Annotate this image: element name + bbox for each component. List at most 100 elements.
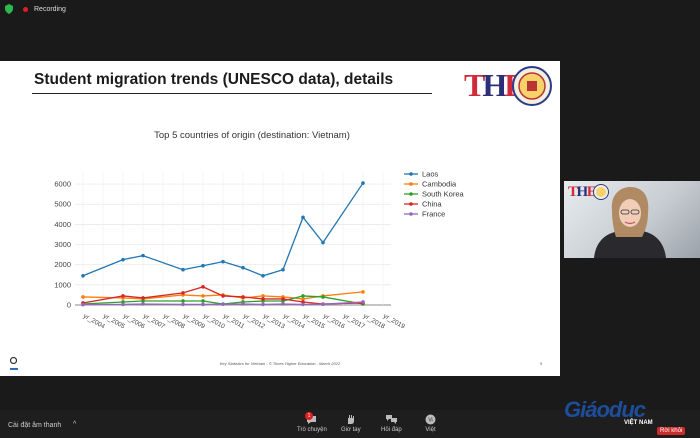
- chat-button[interactable]: 1 Trò chuyện: [297, 412, 327, 433]
- data-point: [301, 294, 305, 298]
- data-point: [81, 273, 85, 278]
- qa-icon: [385, 415, 397, 424]
- data-point: [121, 257, 125, 262]
- x-tick-label: yr_2014: [282, 313, 306, 331]
- recording-dot-icon: [23, 6, 28, 12]
- chevron-up-icon[interactable]: ^: [73, 421, 76, 428]
- qa-label: Hỏi đáp: [381, 427, 402, 433]
- x-tick-label: yr_2017: [342, 313, 366, 331]
- language-icon: Vi: [425, 414, 436, 425]
- data-point: [361, 300, 365, 304]
- legend-marker: [409, 182, 413, 186]
- data-point: [181, 302, 185, 307]
- x-tick-label: yr_2011: [222, 313, 246, 331]
- data-point: [281, 267, 285, 272]
- line-chart: Top 5 countries of origin (destination: …: [54, 130, 465, 331]
- y-tick-label: 5000: [54, 200, 71, 209]
- data-point: [201, 302, 205, 307]
- data-point: [281, 297, 285, 301]
- legend-label: France: [422, 210, 445, 219]
- data-point: [261, 273, 265, 278]
- watermark-sub: VIỆT NAM: [624, 420, 653, 426]
- hand-icon: [348, 415, 355, 424]
- audio-settings-button[interactable]: Cài đặt âm thanh: [8, 422, 61, 429]
- data-point: [201, 294, 205, 298]
- legend-label: Laos: [422, 170, 439, 179]
- y-tick-label: 4000: [54, 220, 71, 229]
- x-tick-label: yr_2013: [262, 313, 286, 331]
- slide-accent-bar: [10, 368, 18, 370]
- y-tick-label: 1000: [54, 280, 71, 289]
- data-point: [221, 302, 225, 306]
- data-point: [81, 295, 85, 299]
- data-point: [241, 302, 245, 306]
- data-point: [181, 299, 185, 303]
- legend-marker: [409, 172, 413, 176]
- data-point: [201, 299, 205, 303]
- top-status-bar: Recording: [0, 0, 700, 18]
- legend-label: China: [422, 200, 442, 209]
- y-tick-label: 6000: [54, 180, 71, 189]
- data-point: [361, 181, 365, 185]
- presenter-figure: [594, 187, 666, 258]
- data-point: [141, 253, 145, 258]
- y-tick-label: 0: [67, 301, 71, 310]
- x-tick-label: yr_2004: [82, 313, 106, 331]
- watermark-logo: Giáoduc VIỆT NAM: [552, 394, 692, 430]
- data-point: [241, 295, 245, 299]
- data-point: [321, 240, 325, 245]
- x-tick-label: yr_2006: [122, 313, 146, 331]
- data-point: [241, 265, 245, 270]
- y-tick-label: 2000: [54, 260, 71, 269]
- data-point: [221, 294, 225, 298]
- data-point: [181, 291, 185, 295]
- qa-button[interactable]: Hỏi đáp: [381, 414, 402, 433]
- data-point: [201, 285, 205, 289]
- data-point: [81, 302, 85, 307]
- slide-footer: Key Statistics for Vietnam - © Times Hig…: [219, 361, 341, 366]
- presenter-video[interactable]: THE: [564, 181, 700, 258]
- x-tick-label: yr_2015: [302, 313, 326, 331]
- data-point: [221, 259, 225, 264]
- data-point: [141, 302, 145, 306]
- legend-marker: [409, 192, 413, 196]
- shared-slide: Student migration trends (UNESCO data), …: [0, 61, 560, 376]
- recording-label: Recording: [34, 5, 66, 13]
- x-tick-label: yr_2016: [322, 313, 346, 331]
- x-tick-label: yr_2009: [182, 313, 206, 331]
- data-point: [261, 297, 265, 301]
- legend-label: South Korea: [422, 190, 465, 199]
- chart-title: Top 5 countries of origin (destination: …: [154, 130, 350, 141]
- chat-label: Trò chuyện: [297, 427, 327, 433]
- shield-icon: [5, 4, 13, 14]
- y-tick-label: 3000: [54, 240, 71, 249]
- data-point: [301, 302, 305, 307]
- x-tick-label: yr_2019: [382, 313, 406, 331]
- data-point: [121, 302, 125, 307]
- raise-hand-label: Giơ tay: [341, 427, 361, 433]
- data-point: [321, 302, 325, 306]
- chat-badge: 1: [305, 412, 313, 420]
- x-tick-label: yr_2010: [202, 313, 226, 331]
- legend-marker: [409, 212, 413, 216]
- x-tick-label: yr_2005: [102, 313, 126, 331]
- data-point: [201, 263, 205, 268]
- language-label: Việt: [425, 427, 436, 433]
- data-point: [281, 302, 285, 306]
- data-point: [361, 290, 365, 294]
- data-point: [181, 267, 185, 272]
- x-tick-label: yr_2008: [162, 313, 186, 331]
- svg-text:Vi: Vi: [428, 418, 432, 424]
- legend-marker: [409, 202, 413, 206]
- legend-label: Cambodia: [422, 180, 457, 189]
- data-point: [121, 294, 125, 298]
- raise-hand-button[interactable]: Giơ tay: [341, 414, 361, 433]
- x-tick-label: yr_2018: [362, 313, 386, 331]
- data-point: [301, 215, 305, 220]
- slide-page-number: 9: [540, 361, 543, 366]
- data-point: [261, 302, 265, 307]
- data-point: [321, 295, 325, 299]
- data-point: [141, 296, 145, 300]
- language-button[interactable]: Vi Việt: [425, 414, 436, 433]
- x-tick-label: yr_2007: [142, 313, 166, 331]
